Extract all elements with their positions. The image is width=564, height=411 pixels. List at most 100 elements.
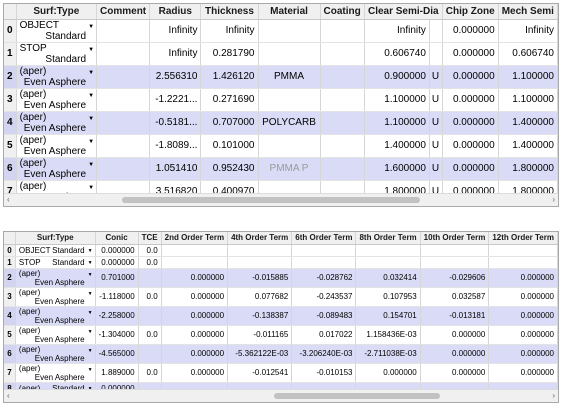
coating-cell[interactable] [320,42,365,66]
col-header-8th-order-term[interactable]: 8th Order Term [355,232,421,245]
table-row[interactable]: 6 (aper) Even Asphere ▼ -4.565000 0.000000 -5.… [4,344,558,364]
tce-cell[interactable]: 0.0 [138,363,162,383]
surf-type-cell[interactable]: OBJECT Standard ▼ [15,244,96,257]
row-number[interactable]: 3 [4,88,17,112]
col-header-radius[interactable]: Radius [149,4,202,20]
order-8-cell[interactable]: 0.032414 [355,268,421,288]
tce-cell[interactable]: 0.0 [138,287,162,307]
horizontal-scrollbar[interactable]: ‹ › [4,193,558,206]
triangle-down-icon[interactable]: ▼ [88,345,93,357]
row-number[interactable]: 3 [4,287,16,307]
col-header-tce[interactable]: TCE [138,232,162,245]
mech-semi-dia-cell[interactable]: 1.100000 [498,65,558,89]
clear-semi-dia-solve-flag[interactable]: U [429,157,443,181]
order-8-cell[interactable] [355,256,421,269]
material-cell[interactable] [258,19,321,43]
table-row[interactable]: 2 (aper) Even Asphere ▼ 2.556310 1.426120 PMMA… [4,65,558,89]
tce-cell[interactable]: 0.0 [138,256,162,269]
radius-cell[interactable]: -1.2221... [149,88,202,112]
order-10-cell[interactable]: 0.000000 [420,325,490,345]
thickness-cell[interactable]: 0.101000 [200,134,259,158]
mech-semi-dia-cell[interactable]: 1.400000 [498,134,558,158]
order-4-cell[interactable]: -0.138387 [227,306,293,326]
col-header-clear-semi-dia[interactable]: Clear Semi-Dia [364,4,443,20]
clear-semi-dia-cell[interactable]: Infinity [364,19,430,43]
scroll-left-icon[interactable]: ‹ [7,390,10,402]
order-12-cell[interactable] [488,244,558,257]
order-8-cell[interactable]: 0.154701 [355,306,421,326]
col-header-6th-order-term[interactable]: 6th Order Term [291,232,357,245]
material-cell[interactable] [258,134,321,158]
coating-cell[interactable] [320,65,365,89]
triangle-down-icon[interactable]: ▼ [88,269,93,281]
thickness-cell[interactable]: 0.707000 [200,111,259,135]
order-10-cell[interactable]: -0.029606 [420,268,490,288]
surf-type-cell[interactable]: STOP Standard ▼ [16,42,98,66]
material-cell[interactable]: PMMA [258,65,321,89]
surf-type-cell[interactable]: (aper)Even Asphere▼ [15,268,96,288]
radius-cell[interactable]: Infinity [149,19,202,43]
material-cell[interactable]: PMMA P [258,157,321,181]
row-number[interactable]: 7 [4,363,16,383]
triangle-down-icon[interactable]: ▼ [88,288,93,300]
surf-type-cell[interactable]: (aper)Even Asphere▼ [16,134,98,158]
order-8-cell[interactable]: 0.000000 [355,363,421,383]
order-12-cell[interactable]: 0.000000 [488,306,558,326]
order-12-cell[interactable]: 0.000000 [488,363,558,383]
conic-cell[interactable]: 0.000000 [95,256,139,269]
clear-semi-dia-cell[interactable]: 0.900000 [364,65,430,89]
order-4-cell[interactable]: 0.077682 [227,287,293,307]
conic-cell[interactable]: -1.304000 [95,325,139,345]
col-header-mech-semi[interactable]: Mech Semi [498,4,558,20]
comment-cell[interactable] [96,88,151,112]
surf-type-cell[interactable]: (aper)Even Asphere▼ [16,157,98,181]
order-2-cell[interactable]: 0.000000 [161,344,229,364]
triangle-down-icon[interactable]: ▼ [88,89,94,104]
thickness-cell[interactable]: 0.952430 [200,157,259,181]
clear-semi-dia-solve-flag[interactable] [429,19,443,43]
order-6-cell[interactable]: -0.028762 [291,268,357,288]
tce-cell[interactable] [138,268,162,288]
clear-semi-dia-cell[interactable]: 1.100000 [364,88,430,112]
conic-cell[interactable]: -4.565000 [95,344,139,364]
coating-cell[interactable] [320,157,365,181]
col-header-conic[interactable]: Conic [95,232,139,245]
row-number[interactable]: 2 [4,268,16,288]
surf-type-cell[interactable]: STOP Standard ▼ [15,256,96,269]
radius-cell[interactable]: -1.8089... [149,134,202,158]
order-8-cell[interactable]: -2.711038E-03 [355,344,421,364]
table-row[interactable]: 6 (aper) Even Asphere ▼ 1.051410 0.952430 PMMA… [4,157,558,181]
row-number[interactable]: 4 [4,306,16,326]
scrollbar-thumb[interactable] [274,393,440,399]
conic-cell[interactable]: -2.258000 [95,306,139,326]
horizontal-scrollbar[interactable]: ‹ › [4,389,558,402]
clear-semi-dia-solve-flag[interactable] [429,42,443,66]
surf-type-cell[interactable]: (aper)Even Asphere▼ [15,344,96,364]
coating-cell[interactable] [320,111,365,135]
triangle-down-icon[interactable]: ▼ [88,135,94,150]
triangle-down-icon[interactable]: ▼ [88,112,94,127]
conic-cell[interactable]: 1.889000 [95,363,139,383]
row-number[interactable]: 6 [4,157,17,181]
col-header-2nd-order-term[interactable]: 2nd Order Term [161,232,229,245]
triangle-down-icon[interactable]: ▼ [88,43,94,58]
clear-semi-dia-solve-flag[interactable]: U [429,134,443,158]
surf-type-cell[interactable]: (aper)Even Asphere▼ [15,287,96,307]
thickness-cell[interactable]: 0.281790 [200,42,259,66]
comment-cell[interactable] [96,111,151,135]
scrollbar-thumb[interactable] [122,197,420,203]
triangle-down-icon[interactable]: ▼ [88,257,93,268]
order-12-cell[interactable]: 0.000000 [488,325,558,345]
order-4-cell[interactable]: -0.012541 [227,363,293,383]
mech-semi-dia-cell[interactable]: 0.606740 [498,42,558,66]
order-10-cell[interactable] [420,244,490,257]
triangle-down-icon[interactable]: ▼ [88,364,93,376]
surf-type-cell[interactable]: (aper)Even Asphere▼ [15,363,96,383]
order-6-cell[interactable]: 0.017022 [291,325,357,345]
mech-semi-dia-cell[interactable]: Infinity [498,19,558,43]
table-row[interactable]: 4 (aper) Even Asphere ▼ -0.5181... 0.707000 PO… [4,111,558,135]
table-row[interactable]: 0 OBJECT Standard ▼ 0.000000 0.0 [4,244,558,257]
chip-zone-cell[interactable]: 0.000000 [442,88,499,112]
material-cell[interactable]: POLYCARB [258,111,321,135]
row-number[interactable]: 0 [4,19,17,43]
